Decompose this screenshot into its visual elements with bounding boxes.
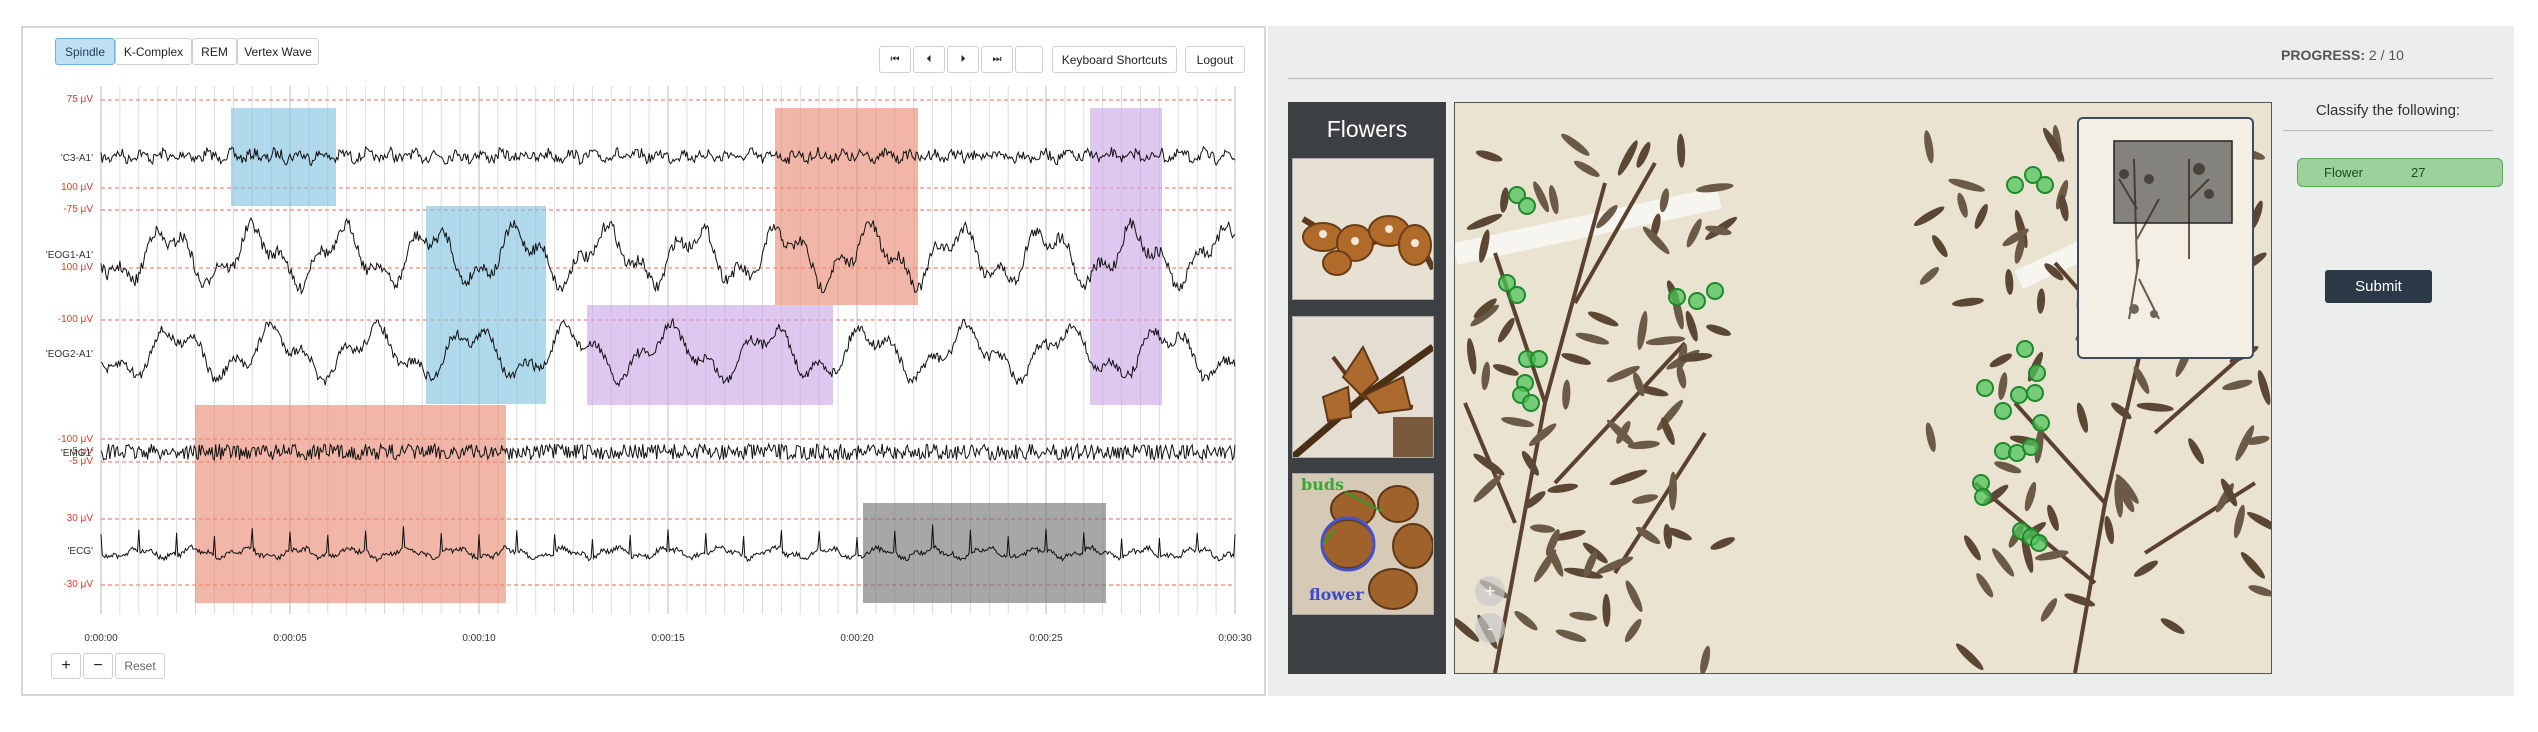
flower-annotation-label: flower bbox=[1309, 585, 1364, 604]
time-label: 0:00:20 bbox=[840, 633, 874, 644]
time-label: 0:00:10 bbox=[462, 633, 496, 644]
classify-prompt: Classify the following: bbox=[2315, 102, 2461, 119]
flower-marker bbox=[1518, 197, 1536, 215]
spindle-annotation bbox=[426, 206, 546, 404]
flower-marker bbox=[1688, 292, 1706, 310]
minimap-preview bbox=[2085, 125, 2246, 351]
k-complex-annotation bbox=[775, 108, 918, 305]
image-zoom-in-button[interactable]: + bbox=[1475, 576, 1505, 606]
eeg-signal-plot[interactable] bbox=[23, 28, 1264, 694]
image-zoom-out-button[interactable]: - bbox=[1475, 613, 1505, 643]
tag-count: 27 bbox=[2411, 165, 2426, 180]
time-label: 0:00:15 bbox=[651, 633, 685, 644]
rem-annotation bbox=[587, 305, 833, 405]
example-thumbnail-3[interactable]: buds flower bbox=[1292, 473, 1434, 615]
flower-class-tag[interactable]: Flower 27 bbox=[2297, 158, 2503, 187]
specimen-image-viewer[interactable]: + - bbox=[1454, 102, 2272, 674]
flowers-example-sidebar: Flowers buds flower bbox=[1288, 102, 1446, 674]
flower-marker bbox=[2030, 534, 2048, 552]
sidebar-title: Flowers bbox=[1326, 116, 1408, 142]
flower-marker bbox=[1976, 379, 1994, 397]
reset-button[interactable]: Reset bbox=[115, 653, 165, 679]
time-label: 0:00:30 bbox=[1218, 633, 1252, 644]
flower-marker bbox=[1508, 286, 1526, 304]
flower-marker bbox=[2032, 414, 2050, 432]
divider bbox=[2283, 130, 2493, 131]
time-label: 0:00:05 bbox=[273, 633, 307, 644]
flower-closeup-1 bbox=[1293, 159, 1433, 299]
classification-panel: PROGRESS: 2 / 10 Flowers buds flower + -… bbox=[1268, 26, 2514, 696]
flower-marker bbox=[1706, 282, 1724, 300]
flower-marker bbox=[2016, 340, 2034, 358]
vertex-wave-annotation bbox=[863, 503, 1106, 603]
divider bbox=[1288, 78, 2493, 79]
flower-closeup-annotated: buds flower bbox=[1293, 474, 1433, 614]
flower-marker bbox=[1530, 350, 1548, 368]
progress-indicator: PROGRESS: 2 / 10 bbox=[2281, 47, 2404, 63]
flower-marker bbox=[2010, 386, 2028, 404]
time-label: 0:00:00 bbox=[84, 633, 118, 644]
progress-value: 2 / 10 bbox=[2368, 47, 2404, 63]
flower-marker bbox=[2026, 384, 2044, 402]
buds-annotation-label: buds bbox=[1301, 475, 1344, 494]
flower-marker bbox=[2028, 364, 2046, 382]
flower-marker bbox=[1994, 402, 2012, 420]
flower-marker bbox=[2006, 176, 2024, 194]
k-complex-annotation bbox=[195, 405, 506, 603]
progress-label: PROGRESS: bbox=[2281, 47, 2366, 63]
example-thumbnail-2[interactable] bbox=[1292, 316, 1434, 458]
example-thumbnail-1[interactable] bbox=[1292, 158, 1434, 300]
flower-marker bbox=[1668, 288, 1686, 306]
flower-marker bbox=[1974, 488, 1992, 506]
flower-closeup-2 bbox=[1293, 317, 1433, 457]
eeg-annotation-panel: Spindle K-Complex REM Vertex Wave ⏮ ⏴ ⏵ … bbox=[21, 26, 1266, 696]
navigator-minimap[interactable] bbox=[2077, 117, 2254, 359]
zoom-out-button[interactable]: − bbox=[83, 653, 113, 679]
zoom-in-button[interactable]: + bbox=[51, 653, 81, 679]
flower-marker bbox=[1522, 394, 1540, 412]
flower-marker bbox=[2036, 176, 2054, 194]
submit-button[interactable]: Submit bbox=[2325, 270, 2432, 303]
flower-marker bbox=[2022, 438, 2040, 456]
tag-label: Flower bbox=[2324, 165, 2364, 180]
time-label: 0:00:25 bbox=[1029, 633, 1063, 644]
